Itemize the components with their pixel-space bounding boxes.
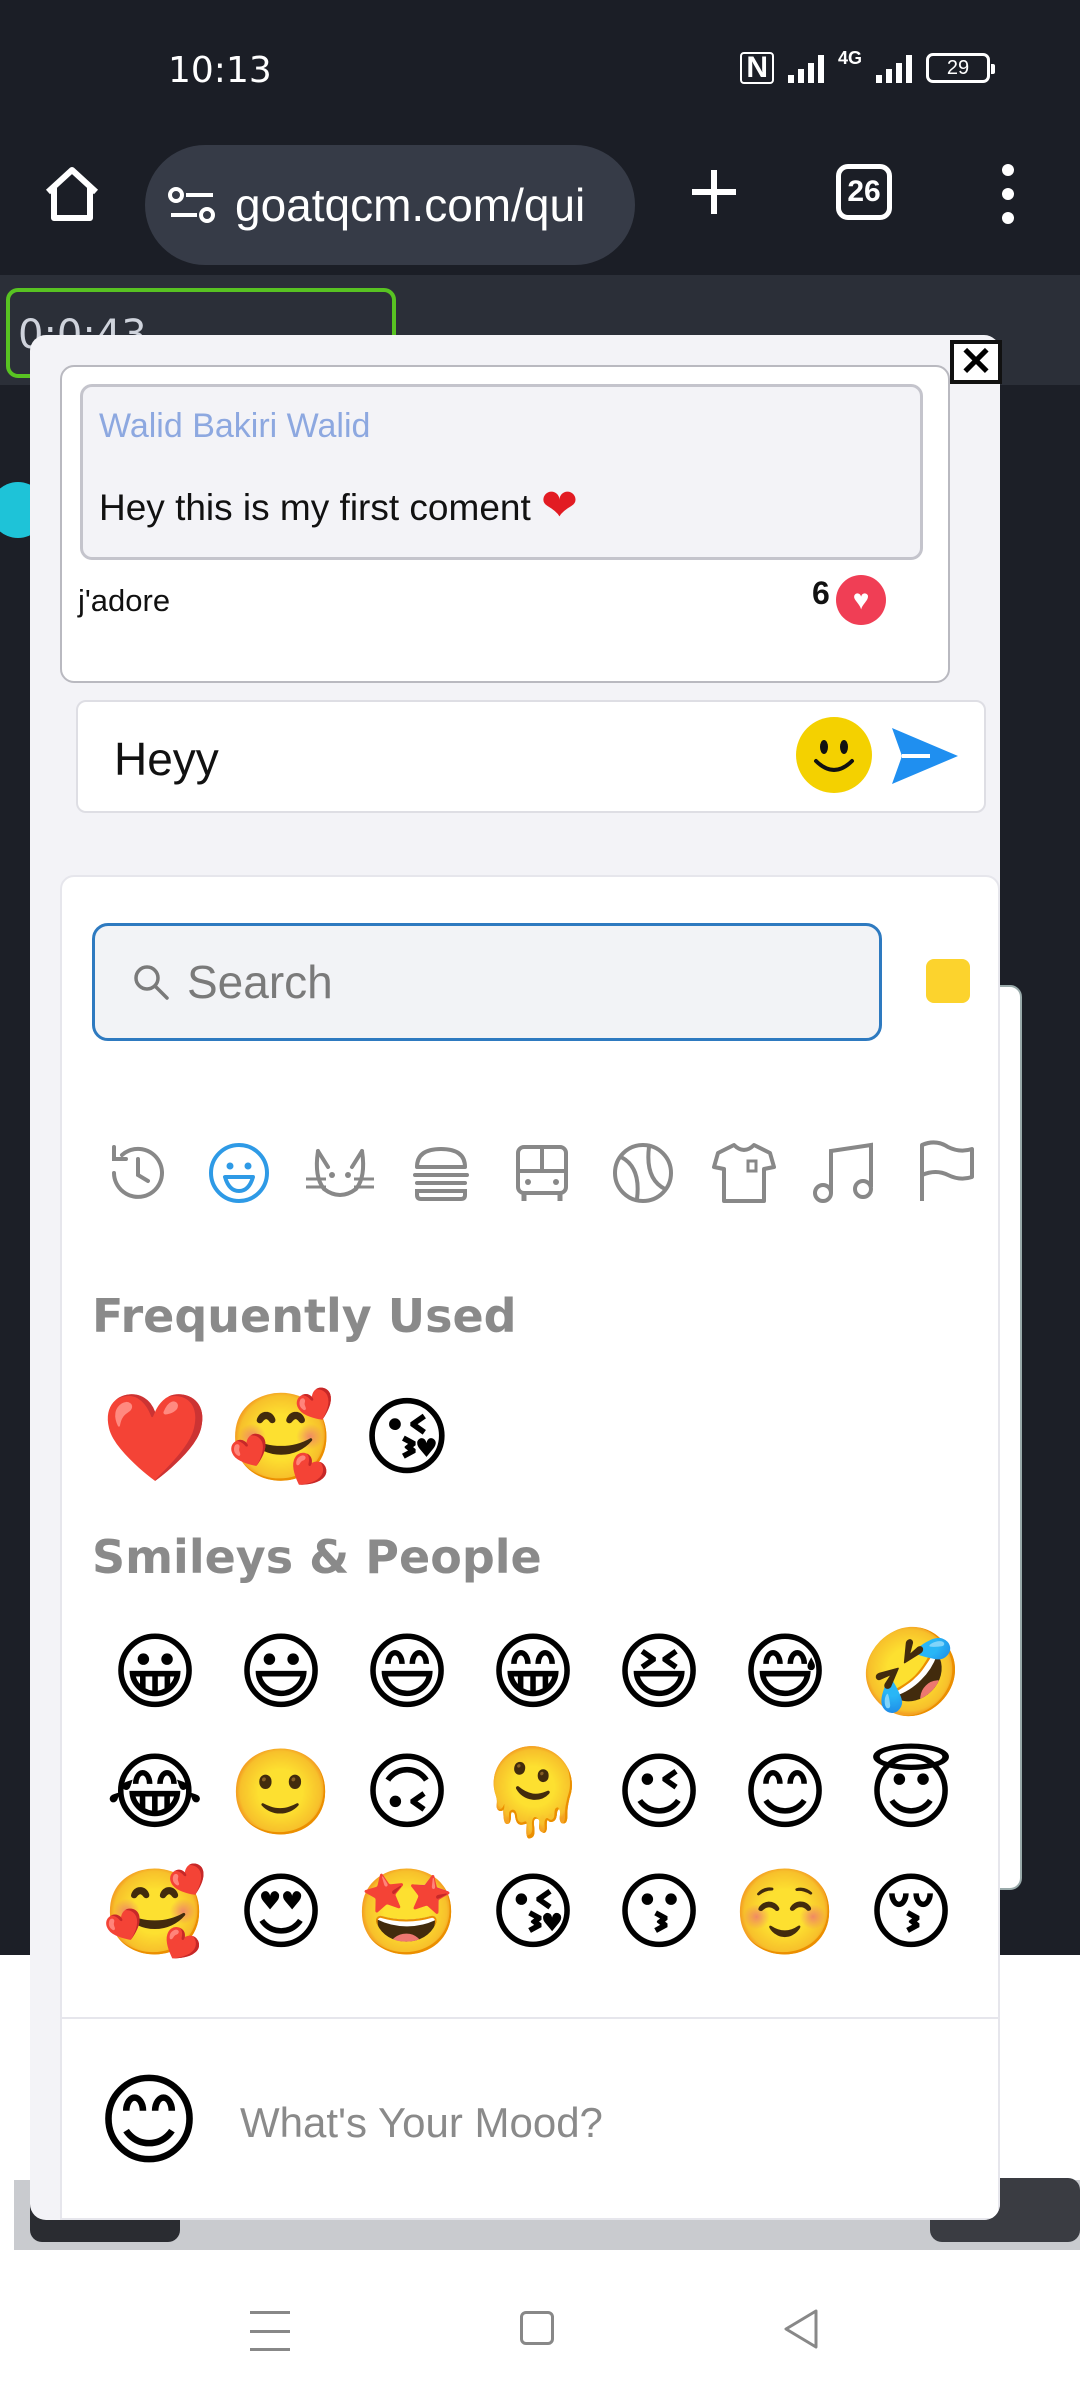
frequently-used-row: ❤️ 🥰 😘 (92, 1383, 470, 1493)
smileys-people-title: Smileys & People (92, 1530, 542, 1584)
emoji-item[interactable]: 😇 (848, 1737, 974, 1847)
emoji-item[interactable]: ☺️ (722, 1857, 848, 1967)
emoji-item[interactable]: 😉 (596, 1737, 722, 1847)
like-count: 6 (812, 575, 830, 611)
skin-tone-selector[interactable] (926, 959, 970, 1003)
tab-switcher-button[interactable]: 26 (836, 164, 892, 220)
send-icon[interactable] (886, 718, 962, 794)
emoji-search-input[interactable]: Search (92, 923, 882, 1041)
emoji-kissing-heart[interactable]: 😘 (344, 1383, 470, 1493)
smileys-row-3: 🥰 😍 🤩 😘 😗 ☺️ 😚 (92, 1857, 974, 1967)
comment-bubble: Walid Bakiri Walid Hey this is my first … (80, 384, 923, 560)
emoji-item[interactable]: 😅 (722, 1617, 848, 1727)
comment-body: Hey this is my first coment ❤ (99, 480, 904, 531)
emoji-item[interactable]: 😊 (722, 1737, 848, 1847)
food-icon[interactable] (405, 1137, 477, 1209)
like-heart-icon[interactable]: ♥ (836, 575, 886, 625)
comment-author[interactable]: Walid Bakiri Walid (99, 407, 904, 446)
emoji-item[interactable]: 🥰 (92, 1857, 218, 1967)
emoji-item[interactable]: 🫠 (470, 1737, 596, 1847)
more-menu-icon[interactable] (996, 164, 1020, 224)
emoji-item[interactable]: 😘 (470, 1857, 596, 1967)
recent-icon[interactable] (102, 1137, 174, 1209)
network-type: 4G (837, 47, 862, 68)
emoji-category-tabs (102, 1137, 982, 1217)
emoji-item[interactable]: 😀 (92, 1617, 218, 1727)
close-modal-button[interactable]: ✕ (950, 340, 1002, 384)
reaction-label: j'adore (78, 583, 171, 618)
home-button-icon[interactable] (520, 2311, 554, 2345)
comment-input[interactable]: Heyy (114, 732, 219, 786)
comment-composer: Heyy (76, 700, 986, 813)
emoji-smiling-hearts[interactable]: 🥰 (218, 1383, 344, 1493)
travel-icon[interactable] (506, 1137, 578, 1209)
recent-apps-icon[interactable] (250, 2311, 290, 2351)
search-placeholder: Search (187, 956, 333, 1008)
comments-modal: Walid Bakiri Walid Hey this is my first … (30, 335, 1000, 2220)
status-bar: 10:13 N 4G 29 (0, 0, 1080, 140)
emoji-red-heart[interactable]: ❤️ (92, 1383, 218, 1493)
emoji-item[interactable]: 😆 (596, 1617, 722, 1727)
emoji-item[interactable]: 🙂 (218, 1737, 344, 1847)
emoji-item[interactable]: 😁 (470, 1617, 596, 1727)
emoji-preview-footer: 😊 What's Your Mood? (62, 2017, 998, 2218)
url-text: goatqcm.com/qui (235, 179, 586, 231)
emoji-toggle-icon[interactable] (796, 717, 872, 793)
emoji-item[interactable]: 🙃 (344, 1737, 470, 1847)
smileys-icon[interactable] (203, 1137, 275, 1209)
signal-icon-2 (876, 53, 912, 83)
frequently-used-title: Frequently Used (92, 1289, 517, 1343)
battery-icon: 29 (926, 53, 995, 83)
search-icon (134, 965, 169, 1000)
emoji-picker: Search Frequently Used ❤️ 🥰 😘 Smileys & … (60, 875, 1000, 2220)
objects-icon[interactable] (708, 1137, 780, 1209)
emoji-item[interactable]: 😚 (848, 1857, 974, 1967)
emoji-item[interactable]: 😄 (344, 1617, 470, 1727)
emoji-item[interactable]: 😍 (218, 1857, 344, 1967)
comment-card: Walid Bakiri Walid Hey this is my first … (60, 365, 950, 683)
smileys-row-1: 😀 😃 😄 😁 😆 😅 🤣 (92, 1617, 974, 1727)
signal-icon (787, 53, 824, 83)
back-icon[interactable] (780, 2307, 820, 2351)
site-settings-icon[interactable] (167, 185, 217, 225)
smileys-row-2: 😂 🙂 🙃 🫠 😉 😊 😇 (92, 1737, 974, 1847)
flags-icon[interactable] (910, 1137, 982, 1209)
preview-text: What's Your Mood? (240, 2099, 603, 2146)
address-bar[interactable]: goatqcm.com/qui (145, 145, 635, 265)
comment-text: Hey this is my first coment (99, 487, 531, 528)
status-time: 10:13 (168, 50, 272, 91)
emoji-item[interactable]: 😃 (218, 1617, 344, 1727)
emoji-item[interactable]: 😗 (596, 1857, 722, 1967)
nfc-icon: N (740, 52, 774, 84)
status-icons: N 4G 29 (740, 48, 995, 84)
preview-emoji: 😊 (96, 2062, 202, 2179)
emoji-item[interactable]: 😂 (92, 1737, 218, 1847)
browser-toolbar: goatqcm.com/qui 26 (0, 140, 1080, 275)
emoji-item[interactable]: 🤣 (848, 1617, 974, 1727)
symbols-icon[interactable] (809, 1137, 881, 1209)
new-tab-icon[interactable] (686, 164, 742, 220)
home-icon[interactable] (40, 162, 104, 226)
system-navigation-bar (0, 2275, 1080, 2400)
animals-icon[interactable] (304, 1137, 376, 1209)
heart-emoji: ❤ (541, 481, 578, 530)
activities-icon[interactable] (607, 1137, 679, 1209)
emoji-item[interactable]: 🤩 (344, 1857, 470, 1967)
